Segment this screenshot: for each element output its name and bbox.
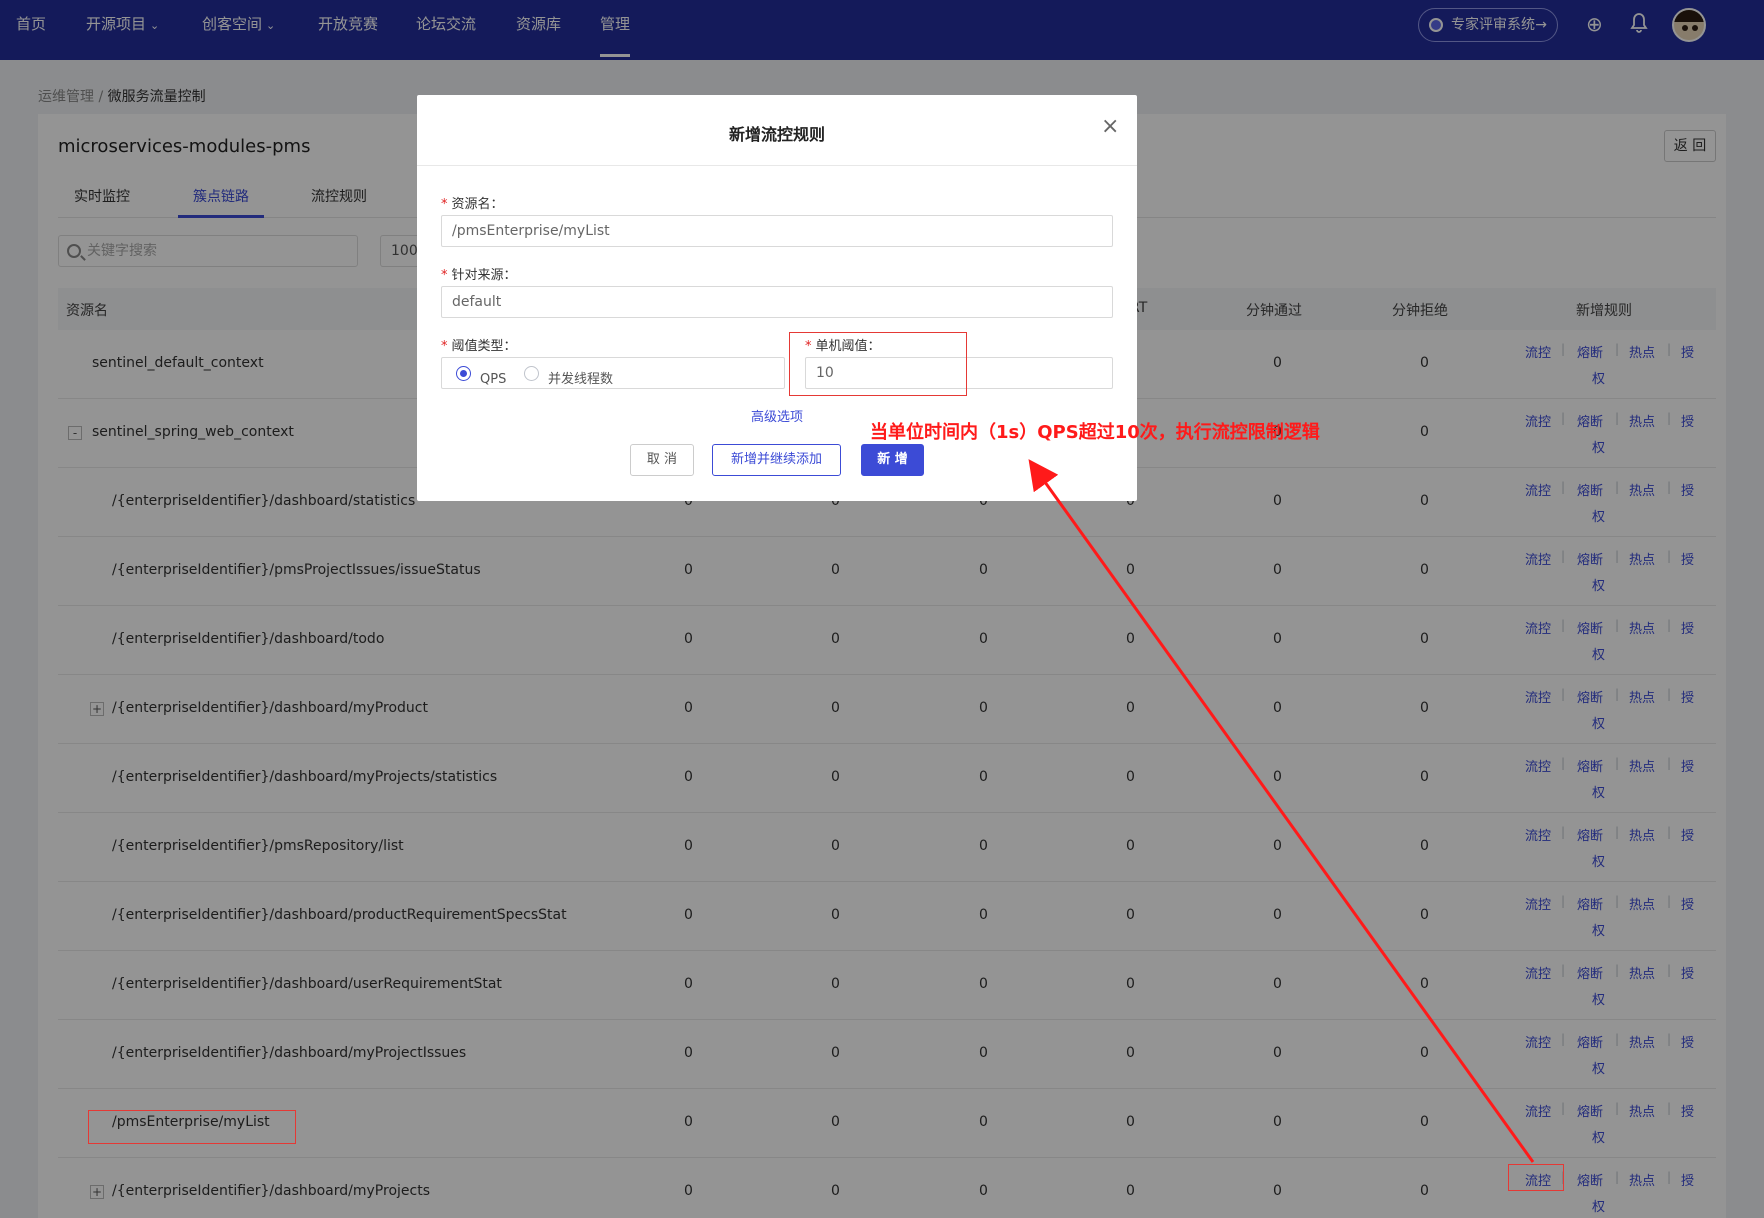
- annotation-arrow: [1028, 459, 1535, 1163]
